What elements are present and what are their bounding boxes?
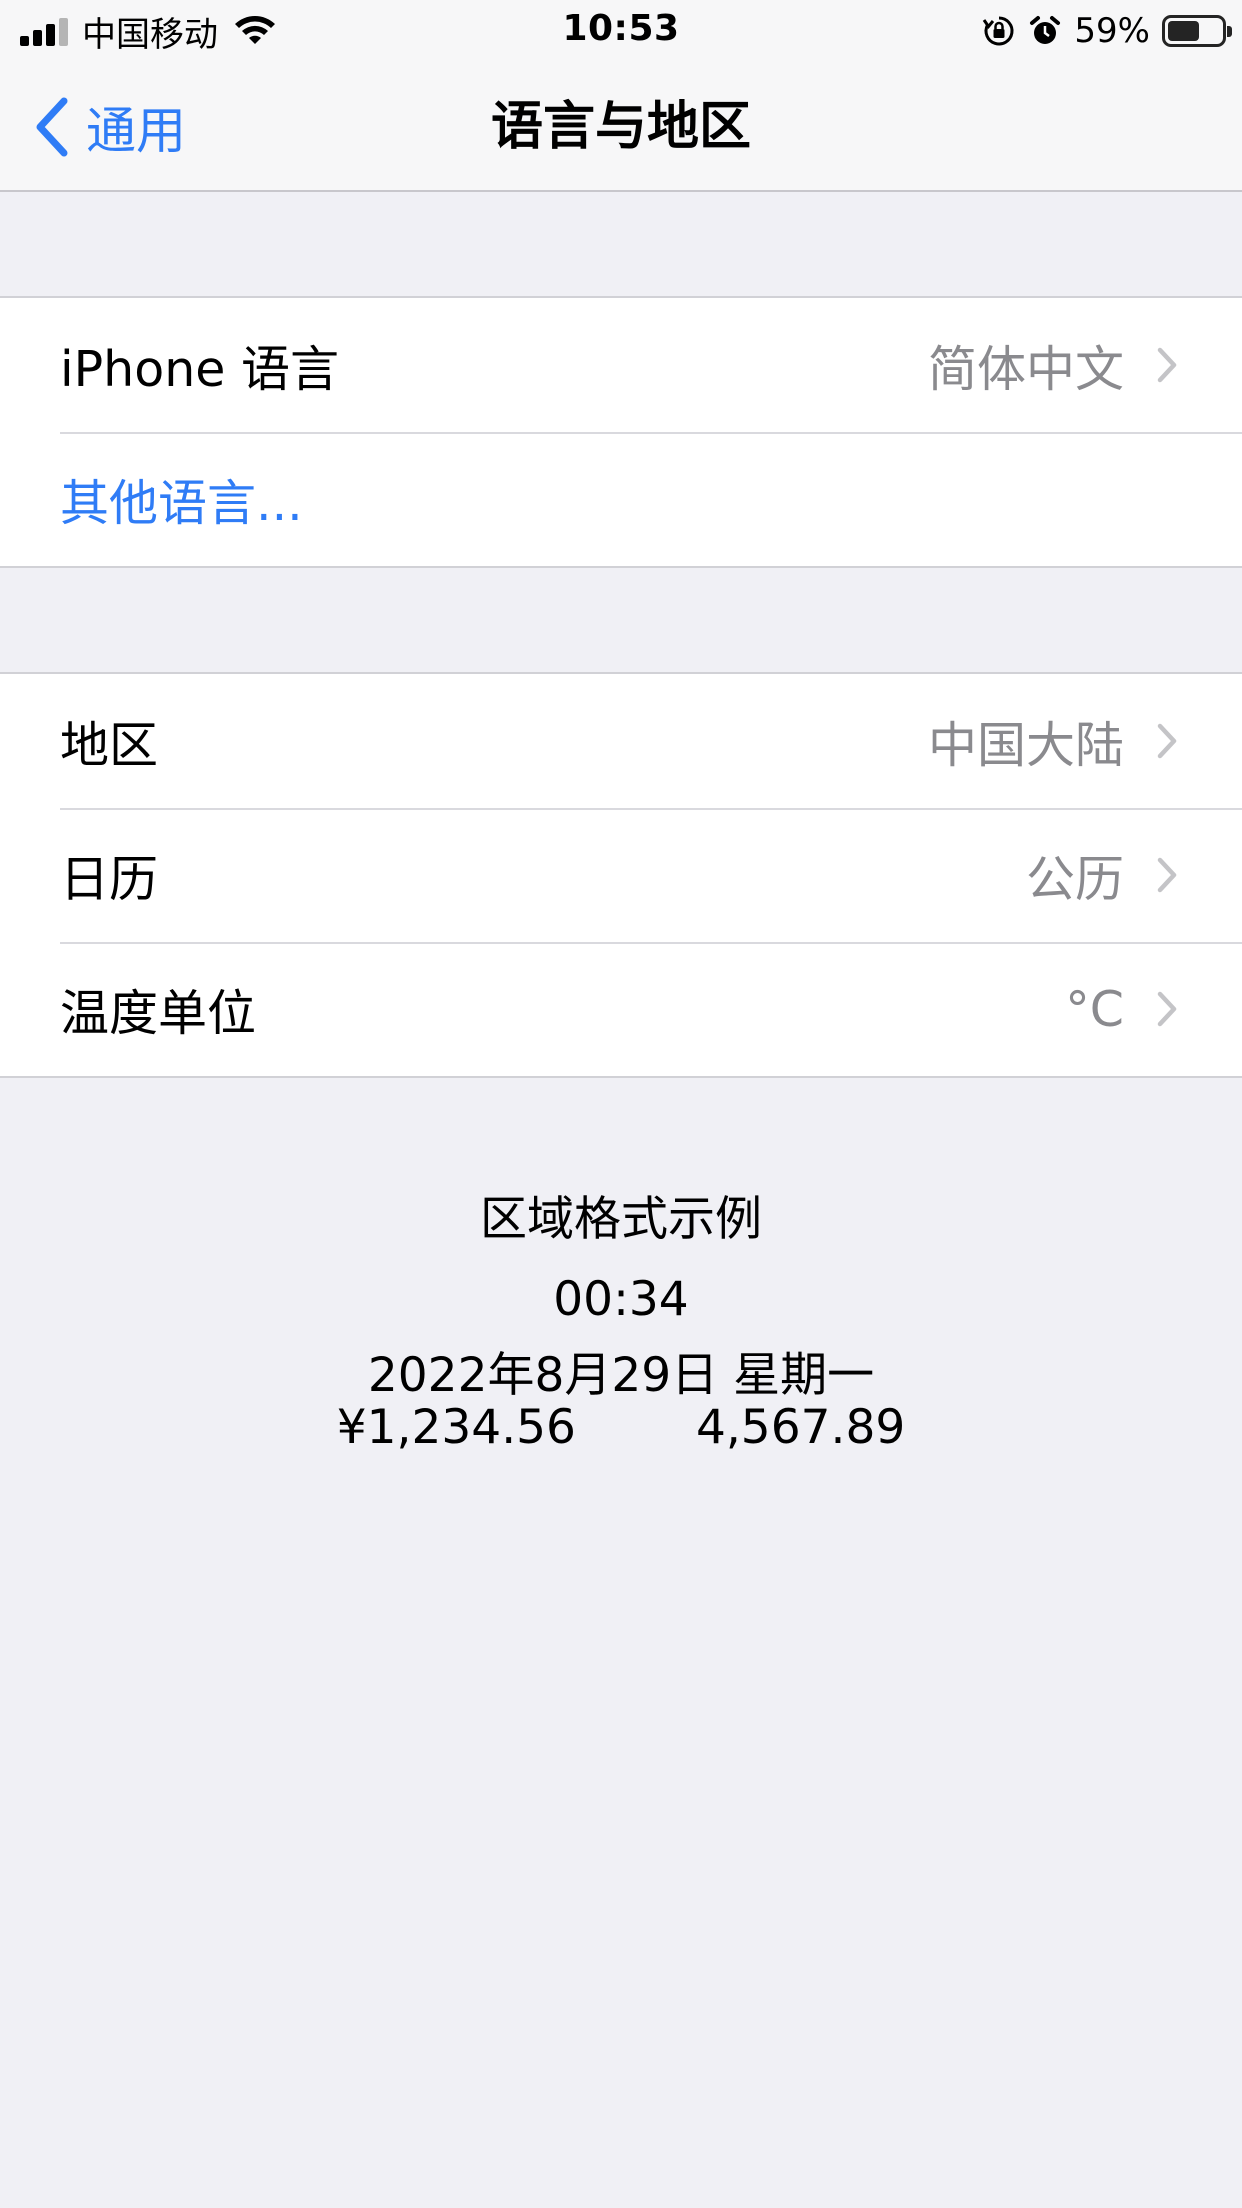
format-example-title: 区域格式示例 (480, 1192, 762, 1247)
status-right: 59% (982, 10, 1232, 52)
format-example-time: 00:34 (553, 1272, 689, 1327)
iphone-language-row[interactable]: iPhone 语言 简体中文 (0, 298, 1242, 432)
battery-level (1168, 21, 1199, 41)
orientation-lock-icon (983, 16, 1014, 46)
other-languages-link: 其他语言... (60, 474, 303, 532)
other-languages-row[interactable]: 其他语言... (0, 432, 1242, 566)
chevron-right-icon (1157, 723, 1177, 759)
calendar-row[interactable]: 日历 公历 (0, 808, 1242, 942)
format-example-number: 4,567.89 (695, 1400, 906, 1455)
alarm-icon (1030, 16, 1061, 44)
iphone-language-value: 简体中文 (927, 340, 1124, 398)
region-label: 地区 (60, 716, 159, 774)
chevron-right-icon (1157, 347, 1177, 383)
region-group: 地区 中国大陆 日历 公历 温度单位 °C (0, 672, 1242, 1078)
format-example-currency: ¥1,234.56 (336, 1400, 576, 1455)
chevron-right-icon (1157, 991, 1177, 1027)
temperature-unit-row[interactable]: 温度单位 °C (0, 942, 1242, 1076)
battery-percent: 59% (1074, 11, 1150, 51)
status-bar: 中国移动 10:53 59% (0, 0, 1242, 62)
iphone-language-label: iPhone 语言 (60, 340, 339, 398)
temperature-unit-label: 温度单位 (60, 984, 257, 1042)
chevron-right-icon (1157, 857, 1177, 893)
format-example-date: 2022年8月29日 星期一 (367, 1348, 875, 1403)
temperature-unit-value: °C (1065, 980, 1124, 1038)
region-value: 中国大陆 (927, 716, 1124, 774)
calendar-label: 日历 (60, 850, 159, 908)
navigation-bar: 通用 语言与地区 (0, 62, 1242, 192)
language-group: iPhone 语言 简体中文 其他语言... (0, 296, 1242, 568)
region-row[interactable]: 地区 中国大陆 (0, 674, 1242, 808)
battery-icon (1162, 15, 1232, 47)
format-example-numbers: ¥1,234.56 4,567.89 (0, 1400, 1242, 1455)
calendar-value: 公历 (1025, 850, 1124, 908)
page-title: 语言与地区 (490, 97, 751, 157)
